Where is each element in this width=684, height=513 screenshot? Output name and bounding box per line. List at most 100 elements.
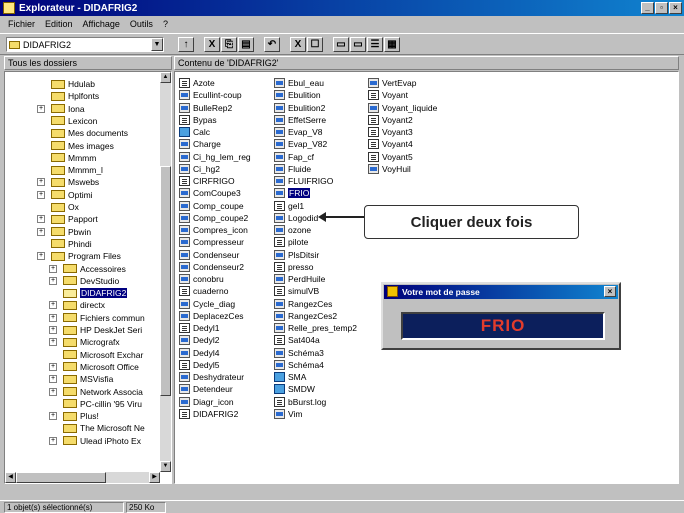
expand-toggle[interactable]: + [49, 436, 57, 445]
scroll-thumb[interactable] [160, 166, 171, 396]
tree-item[interactable]: Mmmm_l [51, 164, 103, 176]
file-item[interactable]: SMDW [274, 383, 315, 395]
file-item[interactable]: Charge [179, 138, 221, 150]
tree-item[interactable]: Pbwin [51, 226, 91, 238]
file-item[interactable]: Dedyl2 [179, 334, 219, 346]
file-item[interactable]: simulVB [274, 285, 319, 297]
file-item[interactable]: Logodid [274, 212, 318, 224]
small-icons-button[interactable]: ▭ [350, 37, 366, 52]
file-item[interactable]: gel1 [274, 200, 304, 212]
file-item[interactable]: FRIO [274, 187, 311, 199]
file-item[interactable]: Deshydrateur [179, 371, 244, 383]
file-list[interactable]: Azote Ecullint-coup BulleRep2 Bypas Calc Char… [174, 71, 679, 484]
menu-fichier[interactable]: Fichier [8, 19, 35, 29]
file-item[interactable]: RangezCes [274, 298, 332, 310]
file-item[interactable]: BulleRep2 [179, 102, 232, 114]
file-item[interactable]: Compres_icon [179, 224, 248, 236]
file-item[interactable]: Fluide [274, 163, 311, 175]
tree-item[interactable]: HP DeskJet Seri [63, 324, 142, 336]
tree-item[interactable]: Micrografx [63, 336, 120, 348]
expand-toggle[interactable]: + [37, 227, 45, 236]
file-item[interactable]: conobru [179, 273, 224, 285]
expand-toggle[interactable]: + [37, 252, 45, 261]
file-item[interactable]: EffetSerre [274, 114, 326, 126]
file-item[interactable]: Azote [179, 77, 215, 89]
expand-toggle[interactable]: + [37, 215, 45, 224]
tree-item[interactable]: DIDAFRIG2 [63, 287, 128, 299]
tree-item[interactable]: Hdulab [51, 78, 95, 90]
delete-button[interactable]: X [290, 37, 306, 52]
file-item[interactable]: DIDAFRIG2 [179, 408, 238, 420]
expand-toggle[interactable]: + [49, 276, 57, 285]
tree-item[interactable]: Phindi [51, 238, 92, 250]
scroll-up-arrow[interactable]: ▲ [160, 72, 171, 83]
file-item[interactable]: ozone [274, 224, 311, 236]
file-item[interactable]: Voyant3 [368, 126, 413, 138]
scroll-down-arrow[interactable]: ▼ [160, 461, 171, 472]
tree-item[interactable]: PC-cillin '95 Viru [63, 398, 142, 410]
tree-item[interactable]: Microsoft Office [63, 361, 139, 373]
file-item[interactable]: SMA [274, 371, 306, 383]
file-item[interactable]: Voyant5 [368, 151, 413, 163]
dialog-close-button[interactable]: × [604, 286, 616, 297]
file-item[interactable]: VertEvap [368, 77, 417, 89]
file-item[interactable]: Detendeur [179, 383, 233, 395]
expand-toggle[interactable]: + [37, 104, 45, 113]
file-item[interactable]: Schéma3 [274, 347, 324, 359]
tree-item[interactable]: Accessoires [63, 263, 126, 275]
file-item[interactable]: Comp_coupe [179, 200, 244, 212]
file-item[interactable]: presso [274, 261, 314, 273]
file-item[interactable]: Sat404a [274, 334, 320, 346]
expand-toggle[interactable]: + [49, 264, 57, 273]
file-item[interactable]: Condenseur [179, 249, 239, 261]
file-item[interactable]: Ebulition [274, 89, 321, 101]
tree-item[interactable]: Optimi [51, 189, 93, 201]
file-item[interactable]: Ebulition2 [274, 102, 325, 114]
list-view-button[interactable]: ☰ [367, 37, 383, 52]
tree-item[interactable]: Network Associa [63, 386, 143, 398]
undo-button[interactable]: ↶ [264, 37, 280, 52]
tree-item[interactable]: Ox [51, 201, 79, 213]
expand-toggle[interactable]: + [37, 178, 45, 187]
file-item[interactable]: bBurst.log [274, 396, 326, 408]
maximize-button[interactable]: ▫ [655, 2, 668, 14]
menu-affichage[interactable]: Affichage [83, 19, 120, 29]
file-item[interactable]: DeplacezCes [179, 310, 244, 322]
file-item[interactable]: Ebul_eau [274, 77, 324, 89]
file-item[interactable]: Evap_V82 [274, 138, 327, 150]
expand-toggle[interactable]: + [49, 362, 57, 371]
scroll-left-arrow[interactable]: ◀ [5, 472, 16, 483]
details-view-button[interactable]: ▦ [384, 37, 400, 52]
tree-item[interactable]: Papport [51, 213, 98, 225]
address-combobox[interactable]: DIDAFRIG2 ▼ [6, 37, 164, 52]
file-item[interactable]: Schéma4 [274, 359, 324, 371]
tree-item[interactable]: Iona [51, 103, 85, 115]
expand-toggle[interactable]: + [49, 387, 57, 396]
menu-edition[interactable]: Edition [45, 19, 73, 29]
file-item[interactable]: Ci_hg2 [179, 163, 220, 175]
file-item[interactable]: Compresseur [179, 236, 244, 248]
expand-toggle[interactable]: + [49, 375, 57, 384]
file-item[interactable]: Ci_hg_lem_reg [179, 151, 251, 163]
menu-help[interactable]: ? [163, 19, 168, 29]
file-item[interactable]: Voyant [368, 89, 408, 101]
scroll-right-arrow[interactable]: ▶ [149, 472, 160, 483]
expand-toggle[interactable]: + [49, 313, 57, 322]
tree-item[interactable]: Ulead iPhoto Ex [63, 435, 141, 447]
tree-item[interactable]: directx [63, 299, 105, 311]
file-item[interactable]: cuaderno [179, 285, 228, 297]
password-field[interactable]: FRIO [401, 312, 605, 340]
tree-item[interactable]: The Microsoft Ne [63, 422, 145, 434]
tree-item[interactable]: Hplfonts [51, 90, 99, 102]
tree-vertical-scrollbar[interactable]: ▲ ▼ [160, 72, 171, 472]
file-item[interactable]: Fap_cf [274, 151, 314, 163]
file-item[interactable]: Calc [179, 126, 210, 138]
tree-horizontal-scrollbar[interactable]: ◀ ▶ [5, 472, 160, 483]
expand-toggle[interactable]: + [37, 190, 45, 199]
close-button[interactable]: × [669, 2, 682, 14]
file-item[interactable]: Ecullint-coup [179, 89, 242, 101]
file-item[interactable]: Voyant_liquide [368, 102, 437, 114]
file-item[interactable]: ComCoupe3 [179, 187, 241, 199]
paste-button[interactable]: ▤ [238, 37, 254, 52]
expand-toggle[interactable]: + [49, 301, 57, 310]
